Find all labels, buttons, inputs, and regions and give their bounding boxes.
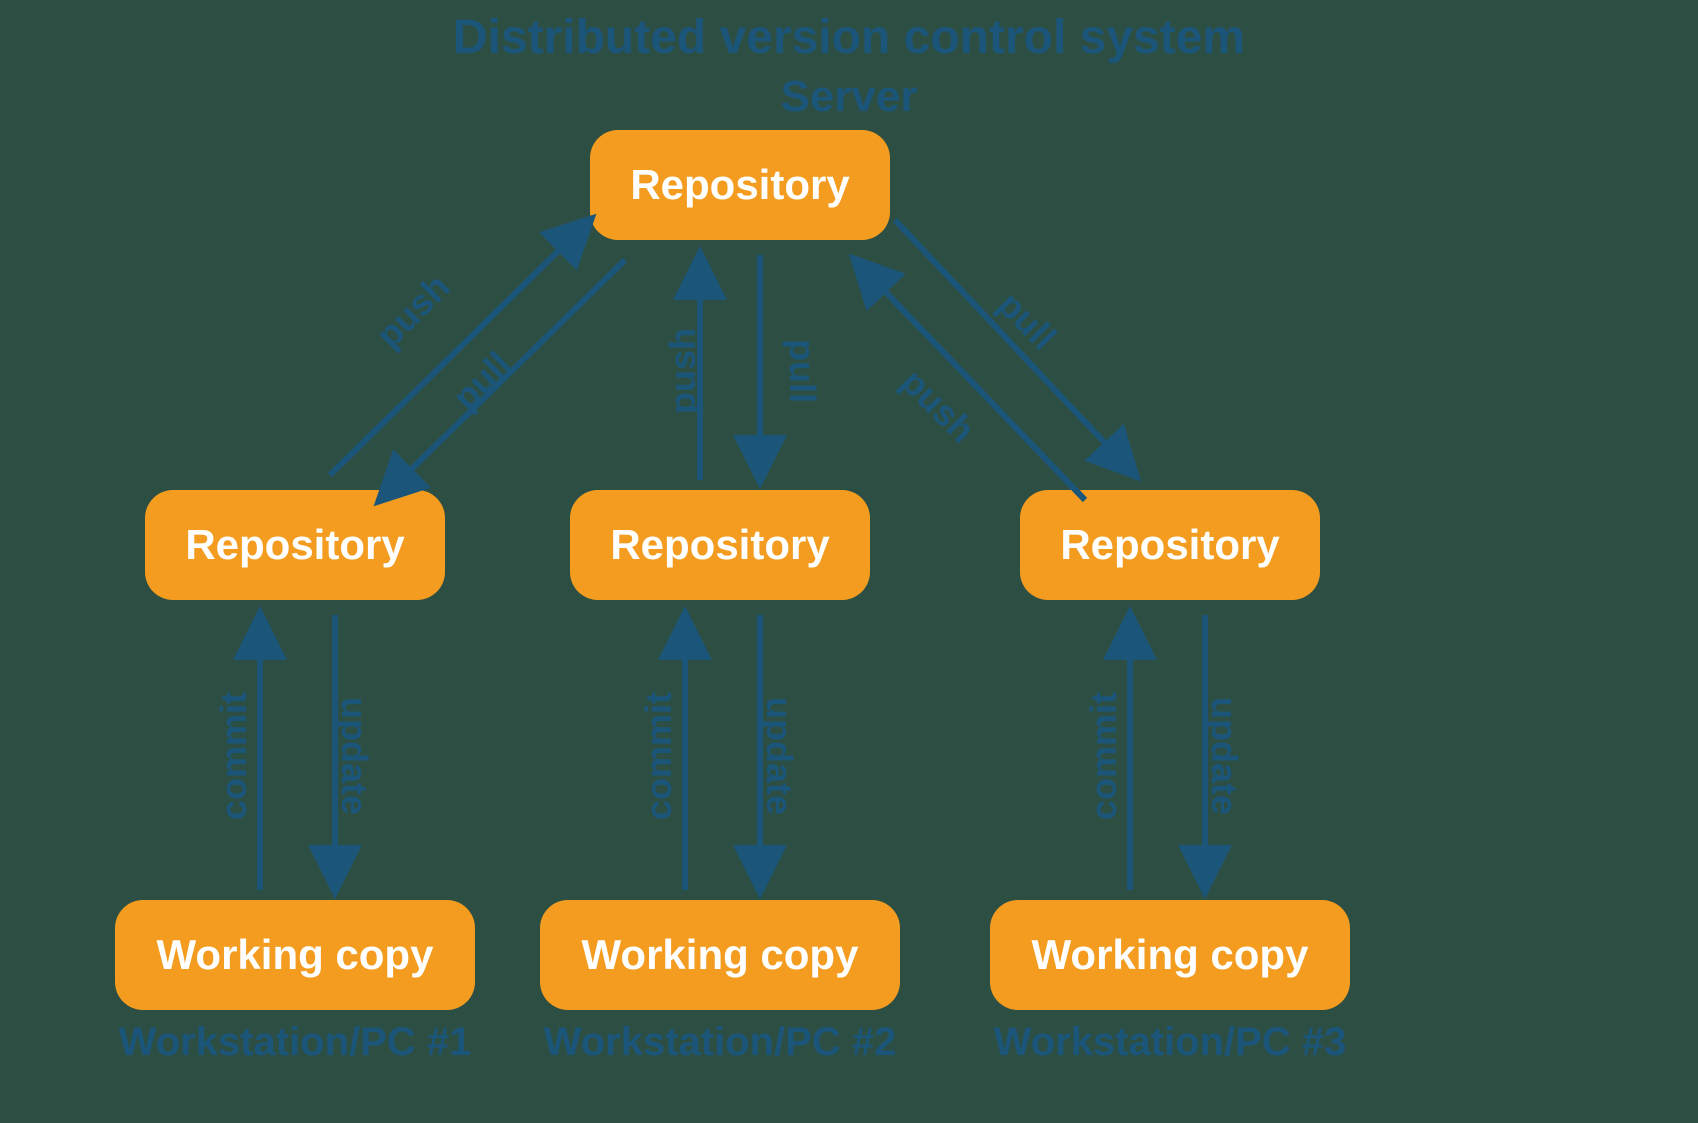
edge-label-update-3: update — [1203, 697, 1245, 815]
working-copy-1-label: Working copy — [157, 931, 434, 979]
repo-3-label: Repository — [1060, 521, 1279, 569]
edge-label-push-3: push — [893, 361, 984, 452]
workstation-3-caption: Workstation/PC #3 — [960, 1020, 1380, 1065]
repo-3-box: Repository — [1020, 490, 1320, 600]
repo-2-label: Repository — [610, 521, 829, 569]
server-label: Server — [0, 72, 1698, 122]
edge-label-push-1: push — [368, 266, 459, 357]
arrow-push-3 — [855, 260, 1085, 500]
arrow-pull-3 — [895, 220, 1135, 475]
server-repository-label: Repository — [630, 161, 849, 209]
workstation-2-caption: Workstation/PC #2 — [510, 1020, 930, 1065]
edge-label-pull-3: pull — [990, 284, 1065, 359]
working-copy-3-label: Working copy — [1032, 931, 1309, 979]
repo-1-label: Repository — [185, 521, 404, 569]
arrow-push-1 — [330, 220, 590, 475]
repo-1-box: Repository — [145, 490, 445, 600]
working-copy-1-box: Working copy — [115, 900, 475, 1010]
working-copy-3-box: Working copy — [990, 900, 1350, 1010]
working-copy-2-label: Working copy — [582, 931, 859, 979]
edge-label-commit-1: commit — [213, 692, 255, 820]
workstation-1-caption: Workstation/PC #1 — [85, 1020, 505, 1065]
edge-label-pull-1: pull — [445, 344, 520, 419]
diagram-title: Distributed version control system — [0, 10, 1698, 65]
edge-label-update-1: update — [333, 697, 375, 815]
repo-2-box: Repository — [570, 490, 870, 600]
edge-label-commit-2: commit — [638, 692, 680, 820]
working-copy-2-box: Working copy — [540, 900, 900, 1010]
edge-label-commit-3: commit — [1083, 692, 1125, 820]
server-repository-box: Repository — [590, 130, 890, 240]
edge-label-update-2: update — [758, 697, 800, 815]
edge-label-push-2: push — [662, 328, 704, 414]
edge-label-pull-2: pull — [781, 339, 823, 403]
